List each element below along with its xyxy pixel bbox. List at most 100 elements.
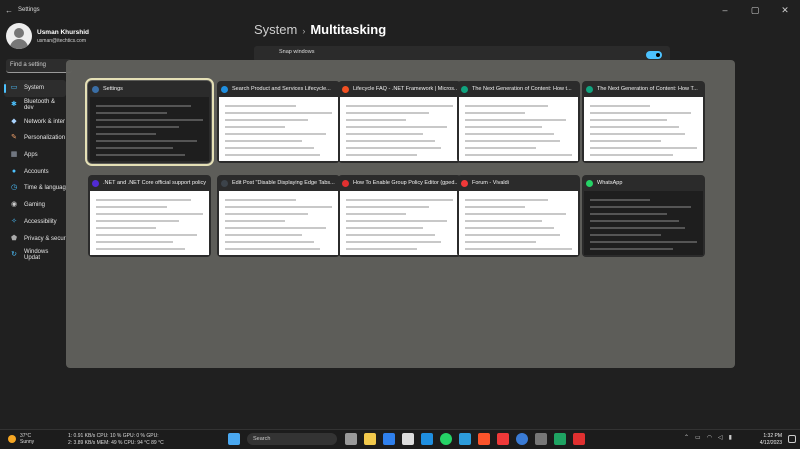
task-window-card[interactable]: Forum - Vivaldi [457, 175, 580, 257]
sidebar-item-label: System [24, 85, 45, 92]
battery-icon[interactable]: ▮ [729, 434, 732, 441]
edge-icon[interactable] [421, 433, 433, 445]
app-icon [586, 85, 593, 93]
sheets-icon[interactable] [554, 433, 566, 445]
paintbrush-icon: ✎ [11, 134, 17, 142]
sidebar-item-shield[interactable]: ⬟ Privacy & secur [0, 230, 66, 247]
accessibility-icon: ✧ [11, 217, 17, 225]
network-tray-icon[interactable]: ▭ [695, 434, 701, 441]
task-window-card[interactable]: .NET and .NET Core official support poli… [88, 175, 211, 257]
window-thumbnail [584, 191, 703, 255]
clock[interactable]: 1:32 PM 4/12/2023 [752, 433, 782, 447]
task-window-card[interactable]: Edit Post "Disable Displaying Edge Tabs.… [217, 175, 340, 257]
sidebar-item-label: Time & languag [24, 185, 66, 192]
window-thumbnail [459, 97, 578, 161]
vivaldi-icon[interactable] [497, 433, 509, 445]
snap-windows-label: Snap windows [279, 49, 315, 55]
sidebar-item-label: Gaming [24, 202, 46, 209]
snagit-icon[interactable] [573, 433, 585, 445]
task-window-card[interactable]: The Next Generation of Content: How T... [582, 81, 705, 163]
user-name: Usman Khurshid [37, 29, 90, 36]
breadcrumb: System › Multitasking [254, 22, 386, 37]
system-tray: ⌃ ▭ ◠ ◁ ▮ [684, 434, 738, 441]
find-setting-input[interactable]: Find a setting [6, 59, 72, 73]
sidebar-item-gaming[interactable]: ◉ Gaming [0, 197, 66, 214]
back-arrow-icon[interactable]: ← [0, 6, 18, 15]
window-title: Forum - Vivaldi [472, 180, 509, 186]
perf-line-1: 1: 0.91 KB/s CPU: 10 % GPU: 0 % GPU: [68, 433, 159, 439]
app-icon [342, 179, 349, 187]
task-window-card[interactable]: Settings [85, 78, 214, 166]
app-icon [586, 179, 593, 187]
close-button[interactable]: ✕ [770, 0, 800, 20]
task-window-card[interactable]: How To Enable Group Policy Editor (gped.… [338, 175, 461, 257]
window-title: WhatsApp [597, 180, 623, 186]
minimize-button[interactable]: – [710, 0, 740, 20]
task-window-card[interactable]: Search Product and Services Lifecycle... [217, 81, 340, 163]
window-thumbnail [459, 191, 578, 255]
task-view-overlay: Settings Search Product and Services Life… [66, 60, 735, 368]
task-window-card[interactable]: WhatsApp [582, 175, 705, 257]
bluetooth-icon: ✱ [11, 101, 17, 109]
notifications-icon[interactable] [788, 435, 796, 443]
app-icon [461, 179, 468, 187]
avatar [6, 23, 32, 49]
sidebar-item-paintbrush[interactable]: ✎ Personalization [0, 130, 66, 147]
window-thumbnail [340, 97, 459, 161]
sidebar-item-system[interactable]: ▭ System [4, 80, 66, 97]
sidebar-item-clock[interactable]: ◷ Time & languag [0, 180, 66, 197]
window-thumbnail [340, 191, 459, 255]
window-title: Edit Post "Disable Displaying Edge Tabs.… [232, 180, 335, 186]
sidebar-item-label: Accounts [24, 168, 49, 175]
app-icon [221, 179, 228, 187]
page-title: Multitasking [310, 22, 387, 37]
weather-desc: Sunny [20, 439, 35, 445]
file-explorer-icon[interactable] [364, 433, 376, 445]
sidebar-item-bluetooth[interactable]: ✱ Bluetooth & dev [0, 97, 66, 114]
user-profile[interactable]: Usman Khurshid usman@itechtics.com [6, 23, 206, 53]
clock-icon: ◷ [10, 184, 18, 192]
window-thumbnail [219, 97, 338, 161]
snap-windows-toggle[interactable] [646, 51, 662, 59]
apps-icon: ▦ [10, 151, 18, 159]
chrome-icon[interactable] [516, 433, 528, 445]
sidebar-item-accounts[interactable]: ● Accounts [0, 163, 66, 180]
window-thumbnail [219, 191, 338, 255]
app-icon [92, 85, 99, 93]
sidebar-item-label: Network & inter [24, 118, 66, 125]
sidebar-item-label: Personalization [24, 135, 66, 142]
app-icon [461, 85, 468, 93]
sidebar-item-update[interactable]: ↻ Windows Updat [0, 247, 66, 264]
maximize-button[interactable]: ▢ [740, 0, 770, 20]
brave-icon[interactable] [478, 433, 490, 445]
shield-icon: ⬟ [10, 234, 18, 242]
store-icon[interactable] [383, 433, 395, 445]
mail-icon[interactable] [402, 433, 414, 445]
sidebar-item-label: Accessibility [24, 218, 57, 225]
taskbar-search[interactable]: Search [247, 433, 337, 445]
whatsapp-icon[interactable] [440, 433, 452, 445]
sidebar-item-label: Bluetooth & dev [23, 99, 55, 112]
window-title: .NET and .NET Core official support poli… [103, 180, 207, 186]
settings-gear-icon[interactable] [535, 433, 547, 445]
taskbar-apps: Search [228, 433, 592, 445]
task-view-icon[interactable] [345, 433, 357, 445]
sidebar-item-label: Privacy & secur [24, 235, 66, 242]
task-window-card[interactable]: Lifecycle FAQ - .NET Framework | Micros.… [338, 81, 461, 163]
volume-icon[interactable]: ◁ [718, 434, 723, 441]
breadcrumb-parent[interactable]: System [254, 22, 297, 37]
window-title: How To Enable Group Policy Editor (gped.… [353, 180, 459, 186]
sidebar-item-accessibility[interactable]: ✧ Accessibility [0, 214, 66, 231]
wifi-icon[interactable]: ◠ [707, 434, 712, 441]
weather-widget[interactable]: 37°C Sunny [8, 433, 34, 445]
window-title: Settings [103, 86, 123, 92]
app-icon [221, 85, 228, 93]
task-window-card[interactable]: The Next Generation of Content: How t... [457, 81, 580, 163]
telegram-icon[interactable] [459, 433, 471, 445]
sidebar-nav: ▭ System ✱ Bluetooth & dev ◆ Network & inter ✎… [0, 80, 66, 264]
sidebar-item-apps[interactable]: ▦ Apps [0, 147, 66, 164]
start-icon[interactable] [228, 433, 240, 445]
chevron-up-icon[interactable]: ⌃ [684, 434, 689, 441]
sidebar-item-network[interactable]: ◆ Network & inter [0, 113, 66, 130]
user-email: usman@itechtics.com [37, 38, 86, 44]
